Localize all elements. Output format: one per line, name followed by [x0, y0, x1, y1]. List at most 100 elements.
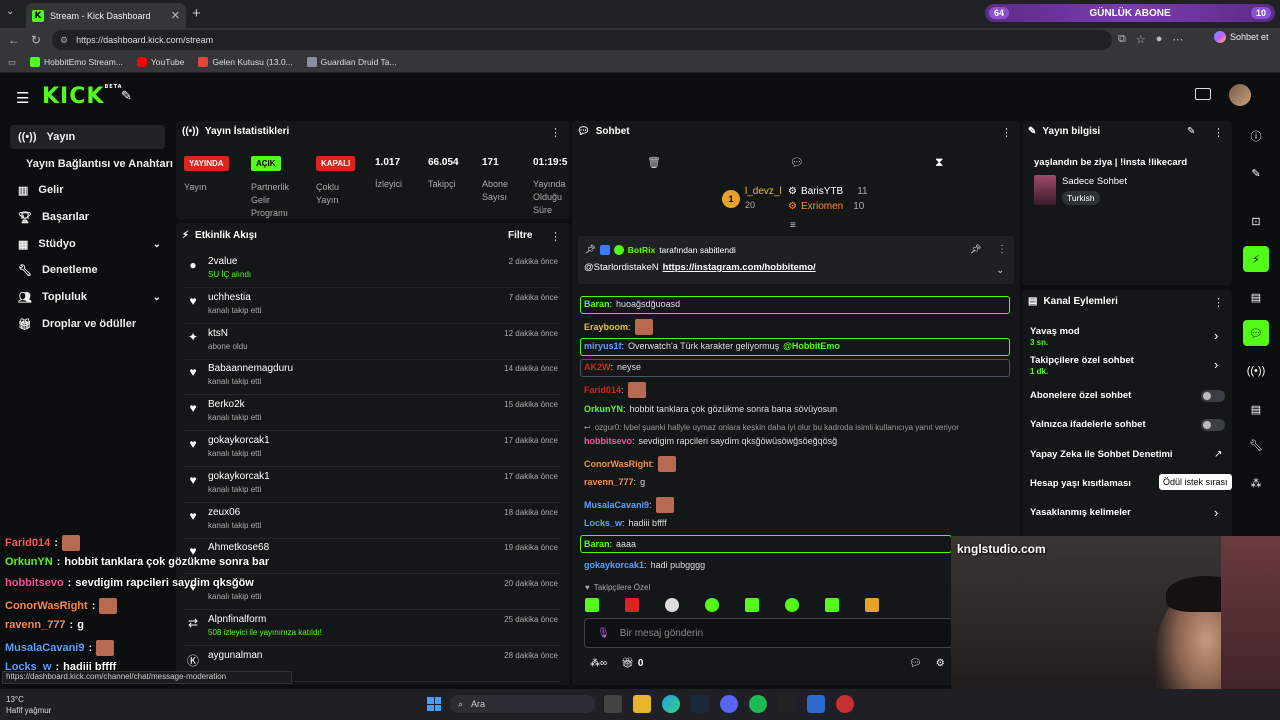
mic-icon[interactable]: 🎙︎ [597, 628, 610, 639]
emote-icon[interactable] [745, 598, 759, 612]
activity-user[interactable]: ktsN [208, 328, 228, 339]
chat-message[interactable]: Locks_w: hadiii bffff [584, 518, 667, 528]
extensions-icon[interactable]: ⧉ [1118, 33, 1126, 46]
emote-icon[interactable] [585, 598, 599, 612]
chevron-right-icon[interactable]: › [1214, 505, 1218, 520]
url-field[interactable]: ⚙ https://dashboard.kick.com/stream [52, 30, 1112, 50]
spotify-icon[interactable] [749, 695, 767, 713]
edit-icon[interactable]: ✎ [1187, 126, 1195, 137]
activity-item[interactable]: ⇄ Alpnfinalform 508 izleyici ile yayınınız… [184, 612, 560, 646]
expand-icon[interactable]: ≡ [790, 220, 796, 231]
activity-user[interactable]: Alpnfinalform [208, 614, 266, 625]
back-arrow-icon[interactable]: ← [8, 33, 20, 47]
chat-username[interactable]: miryus1f [584, 341, 622, 351]
sidebar-item-gelir[interactable]: ▥ Gelir [10, 178, 165, 202]
pinned-by-user[interactable]: BotRix [628, 245, 655, 255]
file-explorer-icon[interactable] [633, 695, 651, 713]
chat-username[interactable]: Baran [584, 299, 610, 309]
weather-widget[interactable]: 13°C Hafif yağmur [6, 694, 51, 716]
emote-icon[interactable] [625, 598, 639, 612]
lightning-icon[interactable]: ⚡︎ [1243, 246, 1269, 272]
stream-info-menu-icon[interactable]: ⋮ [1213, 126, 1224, 139]
activity-item[interactable]: ♥ gokaykorcak1 kanalı takip etti 17 dakika … [184, 469, 560, 503]
chat-username[interactable]: ConorWasRight [584, 459, 652, 469]
taskbar-search[interactable]: ⌕ Ara [450, 695, 595, 713]
sidebar-item-stream-key[interactable]: Yayın Bağlantısı ve Anahtarı [18, 152, 178, 176]
activity-user[interactable]: Ahmetkose68 [208, 542, 269, 553]
list-icon[interactable]: ▤ [1243, 396, 1269, 422]
chat-icon[interactable]: 💬︎ [1243, 320, 1269, 346]
activity-user[interactable]: aygunalman [208, 650, 262, 661]
activity-item[interactable]: ♥ Berko2k kanalı takip etti 15 dakika önce [184, 397, 560, 432]
chat-username[interactable]: OrkunYN [584, 404, 623, 414]
site-info-icon[interactable]: ⚙ [60, 35, 68, 46]
chat-username[interactable]: ravenn_777 [584, 477, 634, 487]
bookmark-item[interactable]: Gelen Kutusu (13.0... [198, 57, 293, 67]
category-thumbnail[interactable] [1034, 175, 1056, 205]
pinned-menu-icon[interactable]: ⋮ [997, 244, 1007, 255]
discord-icon[interactable] [720, 695, 738, 713]
chat-username[interactable]: Baran [584, 539, 610, 549]
chat-message[interactable]: hobbitsevo: sevdigim rapcileri saydim qks… [584, 436, 837, 446]
pinned-link[interactable]: https://instagram.com/hobbitemo/ [663, 262, 816, 273]
pencil-icon[interactable]: ✎ [1243, 160, 1269, 186]
banned-words-label[interactable]: Yasaklanmış kelimeler [1030, 507, 1131, 518]
bookmark-item[interactable]: Guardian Druid Ta... [306, 57, 397, 67]
chat-message[interactable]: Farid014: [584, 382, 646, 398]
chat-input[interactable]: 🎙︎ Bir mesaj gönderin [584, 618, 954, 648]
emote-icon[interactable] [825, 598, 839, 612]
activity-user[interactable]: zeux06 [208, 507, 240, 518]
kick-logo[interactable]: KICKBETA [42, 84, 123, 109]
activity-item[interactable]: ♥ uchhestia kanalı takip etti 7 dakika önce [184, 290, 560, 324]
chevron-down-icon[interactable]: ⌄ [996, 265, 1004, 276]
activity-user[interactable]: Babaannemagduru [208, 363, 293, 374]
hamburger-menu-icon[interactable]: ☰ [16, 89, 29, 107]
activity-user[interactable]: 2value [208, 256, 237, 267]
chat-username[interactable]: MusalaCavani9 [584, 500, 649, 510]
chat-username[interactable]: gokaykorcak1 [584, 560, 644, 570]
category-name[interactable]: Sadece Sohbet [1062, 176, 1127, 187]
chat-menu-icon[interactable]: ⋮ [1001, 126, 1012, 139]
external-link-icon[interactable]: ↗ [1214, 449, 1222, 460]
chat-message[interactable]: ConorWasRight: [584, 456, 677, 472]
avatar[interactable] [1229, 84, 1251, 106]
broadcast-icon[interactable]: ((•)) [1243, 358, 1269, 384]
pin-icon[interactable]: ✎ [121, 88, 132, 104]
edge-icon[interactable] [662, 695, 680, 713]
emote-only-toggle[interactable] [1201, 419, 1225, 431]
message-icon[interactable]: 💬︎ [790, 156, 804, 169]
sidebar-item-studyo[interactable]: ▦ Stüdyo ⌄ [10, 232, 165, 256]
stats-menu-icon[interactable]: ⋮ [550, 126, 561, 139]
browser-tab-active[interactable]: K Stream - Kick Dashboard ✕ [26, 3, 186, 28]
chevron-right-icon[interactable]: › [1214, 328, 1218, 343]
app-icon[interactable] [807, 695, 825, 713]
chat-username[interactable]: hobbitsevo [584, 436, 632, 446]
chat-username[interactable]: Erayboom [584, 322, 628, 332]
subs-only-toggle[interactable] [1201, 390, 1225, 402]
emote-icon[interactable] [665, 598, 679, 612]
chat-message[interactable]: ravenn_777: g [584, 477, 645, 487]
gifter-name[interactable]: l_devz_l [745, 186, 782, 197]
chat-message[interactable]: miryus1f: Overwatch'a Türk karakter geliy… [584, 341, 840, 351]
chat-message[interactable]: Erayboom: [584, 319, 653, 335]
activity-user[interactable]: gokaykorcak1 [208, 471, 270, 482]
favorites-icon[interactable]: ☆ [1136, 33, 1146, 46]
activity-item[interactable]: ♥ Babaannemagduru kanalı takip etti 14 daki… [184, 361, 560, 396]
document-icon[interactable]: ▤ [1243, 284, 1269, 310]
channel-actions-menu-icon[interactable]: ⋮ [1213, 296, 1224, 309]
activity-item[interactable]: ♥ zeux06 kanalı takip etti 18 dakika önce [184, 505, 560, 539]
sidebar-item-topluluk[interactable]: 👥︎ Topluluk ⌄ [10, 285, 165, 309]
bookmark-item[interactable]: YouTube [136, 57, 184, 67]
info-icon[interactable]: ⓘ [1243, 123, 1269, 149]
followers-only-label[interactable]: Takipçilere özel sohbet [1030, 355, 1134, 366]
sidebar-item-basarilar[interactable]: 🏆︎ Başarılar [10, 205, 165, 229]
task-view-icon[interactable] [604, 695, 622, 713]
activity-user[interactable]: Berko2k [208, 399, 245, 410]
account-age-label[interactable]: Hesap yaşı kısıtlaması [1030, 478, 1131, 489]
chat-username[interactable]: Locks_w [584, 518, 622, 528]
chat-message[interactable]: AK2W: neyse [584, 362, 641, 372]
chevron-right-icon[interactable]: › [1214, 357, 1218, 372]
profile-icon[interactable]: ● [1156, 33, 1163, 46]
gifter-name[interactable]: BarisYTB [801, 186, 843, 197]
activity-item[interactable]: ✦ ktsN abone oldu 12 dakika önce [184, 326, 560, 360]
